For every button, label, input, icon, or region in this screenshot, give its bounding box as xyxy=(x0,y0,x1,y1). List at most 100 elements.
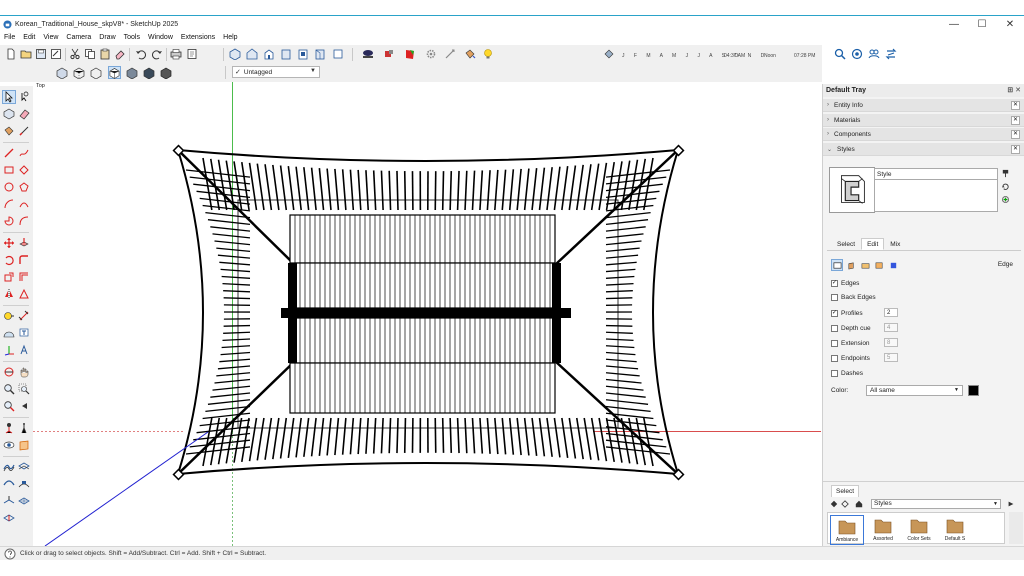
maximize-button[interactable]: ☐ xyxy=(968,16,996,33)
add-detail-icon[interactable] xyxy=(17,494,31,508)
hidden-line-icon[interactable] xyxy=(108,66,121,79)
shadow-toggle-icon[interactable] xyxy=(602,47,615,60)
nav-forward-icon[interactable] xyxy=(841,500,849,508)
line-tool-icon[interactable] xyxy=(2,146,16,160)
polygon-tool-icon[interactable] xyxy=(17,180,31,194)
option-depth-cue[interactable]: Depth cue xyxy=(831,323,871,333)
trimble-connect-icon[interactable] xyxy=(850,47,863,60)
tray-section-components[interactable]: › Components ✕ xyxy=(823,128,1024,141)
menu-edit[interactable]: Edit xyxy=(19,33,39,43)
tab-edit[interactable]: Edit xyxy=(861,238,885,250)
paste-icon[interactable] xyxy=(98,47,111,60)
save-icon[interactable] xyxy=(34,47,47,60)
endpoints-checkbox[interactable] xyxy=(831,354,838,362)
cut-icon[interactable] xyxy=(68,47,81,60)
select-tool-icon[interactable] xyxy=(2,90,16,104)
close-icon[interactable]: ✕ xyxy=(1011,130,1020,139)
close-icon[interactable]: ✕ xyxy=(1011,116,1020,125)
create-style-icon[interactable] xyxy=(1001,195,1010,204)
rectangle-tool-icon[interactable] xyxy=(2,163,16,177)
model-info-icon[interactable] xyxy=(185,47,198,60)
look-around-icon[interactable] xyxy=(2,438,16,452)
push-pull-icon[interactable] xyxy=(17,236,31,250)
scale-tool-icon[interactable] xyxy=(2,270,16,284)
axes-tool-icon[interactable] xyxy=(2,343,16,357)
paint-tool-icon[interactable] xyxy=(2,124,16,138)
position-camera-icon[interactable] xyxy=(2,421,16,435)
model-viewport[interactable]: Top xyxy=(33,82,821,546)
edges-checkbox[interactable]: ✓ xyxy=(831,279,838,287)
dimension-tool-icon[interactable] xyxy=(443,47,456,60)
roof-model-drawing[interactable] xyxy=(33,82,821,546)
collaborate-icon[interactable] xyxy=(867,47,880,60)
protractor-icon[interactable] xyxy=(2,326,16,340)
extension-manager-icon[interactable] xyxy=(403,47,416,60)
collection-dropdown[interactable]: Styles ▼ xyxy=(871,499,1001,509)
pie-tool-icon[interactable] xyxy=(2,214,16,228)
paint-bucket-icon[interactable] xyxy=(463,47,476,60)
previous-view-icon[interactable] xyxy=(17,399,31,413)
text-tool-icon[interactable] xyxy=(17,326,31,340)
offset-tool-icon[interactable] xyxy=(17,270,31,284)
style-description-field[interactable] xyxy=(874,180,998,212)
zoom-tool-icon[interactable] xyxy=(2,382,16,396)
3d-text-icon[interactable] xyxy=(17,343,31,357)
tab-select-lower[interactable]: Select xyxy=(831,485,860,497)
tab-mix[interactable]: Mix xyxy=(884,238,906,250)
menu-help[interactable]: Help xyxy=(219,33,241,43)
lasso-tool-icon[interactable] xyxy=(17,90,31,104)
depth-cue-checkbox[interactable] xyxy=(831,324,838,332)
extension-input[interactable]: 8 xyxy=(884,338,898,347)
refresh-icon[interactable] xyxy=(1001,182,1010,191)
warehouse-icon[interactable] xyxy=(361,47,374,60)
help-icon[interactable] xyxy=(4,548,16,560)
redo-icon[interactable] xyxy=(150,47,163,60)
zoom-extents-icon[interactable] xyxy=(2,399,16,413)
edge-color-swatch[interactable] xyxy=(968,385,979,396)
depth-cue-input[interactable]: 4 xyxy=(884,323,898,332)
profiles-width-input[interactable]: 2 xyxy=(884,308,898,317)
background-settings-icon[interactable] xyxy=(859,259,871,271)
copy-icon[interactable] xyxy=(83,47,96,60)
tag-dropdown[interactable]: ✓ Untagged ▼ xyxy=(232,66,320,78)
flip-edge-icon[interactable] xyxy=(2,511,16,525)
sandbox-scratch-icon[interactable] xyxy=(17,460,31,474)
menu-tools[interactable]: Tools xyxy=(120,33,144,43)
stamp-icon[interactable] xyxy=(17,477,31,491)
make-component-icon[interactable] xyxy=(2,107,16,121)
section-plane-icon[interactable] xyxy=(17,438,31,452)
follow-me-icon[interactable] xyxy=(17,253,31,267)
sync-icon[interactable] xyxy=(884,47,897,60)
dimension-icon[interactable] xyxy=(17,309,31,323)
flip-tool-icon[interactable] xyxy=(2,287,16,301)
back-edges-checkbox[interactable] xyxy=(831,293,838,301)
smoove-icon[interactable] xyxy=(2,477,16,491)
face-settings-icon[interactable] xyxy=(845,259,857,271)
endpoints-input[interactable]: 5 xyxy=(884,353,898,362)
option-dashes[interactable]: Dashes xyxy=(831,368,863,378)
tape-measure-icon[interactable] xyxy=(2,309,16,323)
new-file-icon[interactable] xyxy=(4,47,17,60)
walk-tool-icon[interactable] xyxy=(17,421,31,435)
option-edges[interactable]: ✓ Edges xyxy=(831,278,859,288)
sandbox-contours-icon[interactable] xyxy=(2,460,16,474)
back-edges-icon[interactable] xyxy=(72,66,85,79)
extension-warehouse-icon[interactable] xyxy=(382,47,395,60)
menu-view[interactable]: View xyxy=(39,33,62,43)
monochrome-icon[interactable] xyxy=(159,66,172,79)
details-arrow-icon[interactable] xyxy=(1007,500,1015,508)
undo-icon[interactable] xyxy=(134,47,147,60)
style-name-field[interactable]: Style xyxy=(874,168,998,180)
rotate-tool-icon[interactable] xyxy=(2,253,16,267)
front-view-icon[interactable] xyxy=(262,47,275,60)
orbit-tool-icon[interactable] xyxy=(2,365,16,379)
two-point-arc-icon[interactable] xyxy=(17,197,31,211)
option-extension[interactable]: Extension xyxy=(831,338,870,348)
zoom-window-icon[interactable] xyxy=(17,382,31,396)
back-view-icon[interactable] xyxy=(296,47,309,60)
home-icon[interactable] xyxy=(855,500,863,508)
option-profiles[interactable]: ✓ Profiles xyxy=(831,308,863,318)
wireframe-icon[interactable] xyxy=(89,66,102,79)
tray-section-entity-info[interactable]: › Entity Info ✕ xyxy=(823,99,1024,112)
modeling-settings-icon[interactable] xyxy=(887,259,899,271)
